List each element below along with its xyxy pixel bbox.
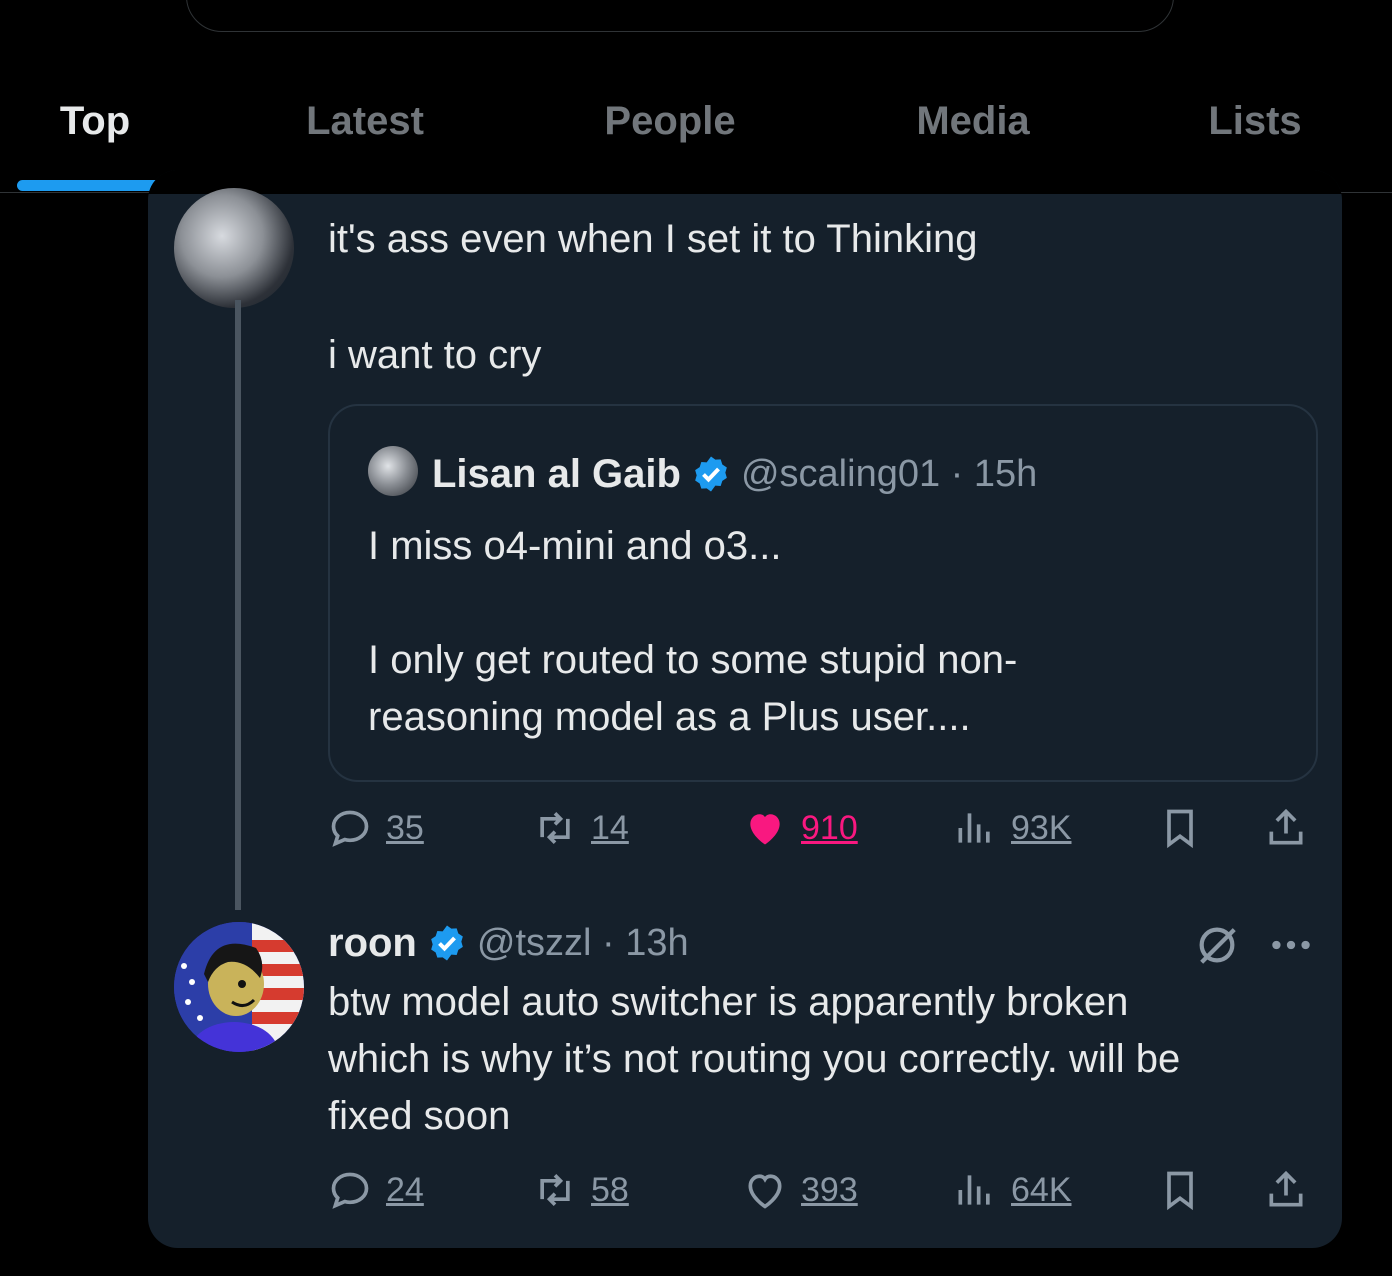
- like-count: 393: [801, 1170, 858, 1209]
- author-handle-time: @tszzl · 13h: [476, 921, 689, 964]
- avatar[interactable]: [174, 922, 304, 1052]
- share-button[interactable]: [1264, 1160, 1322, 1220]
- like-button[interactable]: 910: [743, 798, 858, 858]
- tab-lists[interactable]: Lists: [1195, 72, 1315, 172]
- views-icon: [958, 813, 990, 843]
- bookmark-button[interactable]: [1158, 798, 1216, 858]
- reply-icon: [331, 1172, 369, 1209]
- more-icon[interactable]: [1266, 922, 1316, 968]
- quote-avatar: [368, 446, 418, 496]
- bookmark-icon: [1167, 1171, 1193, 1211]
- share-button[interactable]: [1264, 798, 1322, 858]
- views-button[interactable]: 93K: [953, 798, 1072, 858]
- reply-count: 24: [386, 1170, 424, 1209]
- thread-line: [235, 300, 241, 910]
- bookmark-icon: [1167, 809, 1193, 849]
- reply-button[interactable]: 35: [328, 798, 424, 858]
- like-icon: [748, 1174, 782, 1209]
- bookmark-button[interactable]: [1158, 1160, 1216, 1220]
- view-count: 93K: [1011, 808, 1072, 847]
- tweet2-actions: 24 58 393 64K: [328, 1160, 1318, 1220]
- quote-author-name: Lisan al Gaib: [432, 451, 681, 496]
- search-bar[interactable]: [186, 0, 1174, 32]
- author-name[interactable]: roon: [328, 921, 417, 966]
- repost-button[interactable]: 58: [533, 1160, 629, 1220]
- tweet2-header: roon @tszzl · 13h: [328, 915, 689, 971]
- quote-handle-time: @scaling01 · 15h: [740, 452, 1038, 495]
- tweet-text: btw model auto switcher is apparently br…: [328, 980, 1181, 1138]
- card-top-edge: [148, 170, 1342, 194]
- reply-button[interactable]: 24: [328, 1160, 424, 1220]
- repost-button[interactable]: 14: [533, 798, 629, 858]
- reply-count: 35: [386, 808, 424, 847]
- view-count: 64K: [1011, 1170, 1072, 1209]
- views-button[interactable]: 64K: [953, 1160, 1072, 1220]
- quote-text: I miss o4-mini and o3... I only get rout…: [368, 524, 1018, 739]
- verified-icon: [427, 923, 467, 963]
- tab-top[interactable]: Top: [30, 72, 160, 172]
- tweet-text: it's ass even when I set it to Thinking …: [328, 217, 978, 377]
- repost-icon: [540, 812, 570, 844]
- like-count: 910: [801, 808, 858, 847]
- tweet1-actions: 35 14 910 93K: [328, 798, 1318, 858]
- quote-header: Lisan al Gaib @scaling01 · 15h: [432, 446, 1037, 502]
- tab-people[interactable]: People: [585, 72, 755, 172]
- reply-icon: [331, 810, 369, 847]
- grok-icon[interactable]: [1194, 922, 1240, 968]
- repost-icon: [540, 1174, 570, 1206]
- verified-icon: [691, 454, 731, 494]
- repost-count: 58: [591, 1170, 629, 1209]
- views-icon: [958, 1175, 990, 1205]
- avatar[interactable]: [174, 188, 294, 308]
- like-button[interactable]: 393: [743, 1160, 858, 1220]
- like-icon: [750, 814, 780, 845]
- tab-media[interactable]: Media: [898, 72, 1048, 172]
- repost-count: 14: [591, 808, 629, 847]
- tab-latest[interactable]: Latest: [290, 72, 440, 172]
- quoted-tweet[interactable]: Lisan al Gaib @scaling01 · 15h I miss o4…: [328, 404, 1318, 782]
- share-icon: [1269, 808, 1303, 845]
- share-icon: [1269, 1170, 1303, 1207]
- conversation-card: it's ass even when I set it to Thinking …: [148, 170, 1342, 1248]
